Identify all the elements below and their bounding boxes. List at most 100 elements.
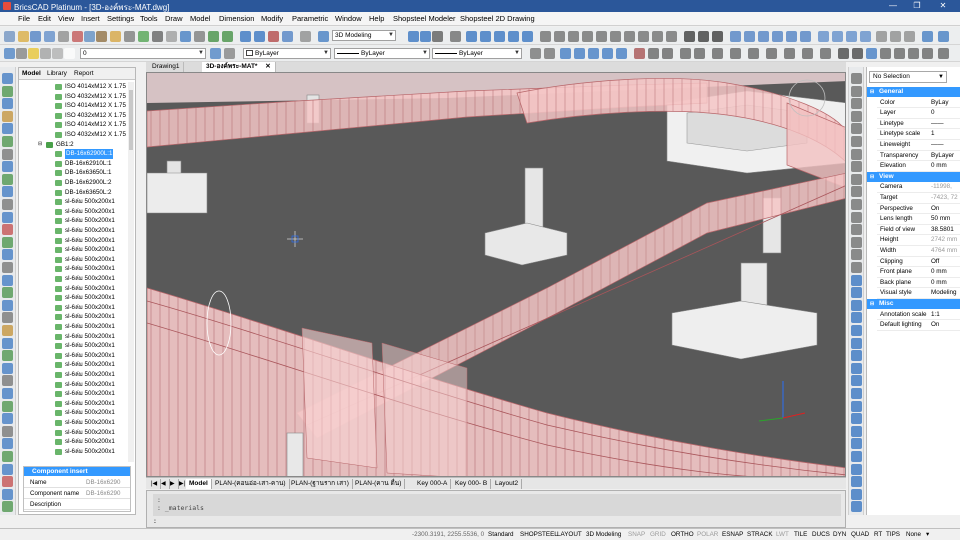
dim-diameter-icon[interactable]	[712, 48, 723, 59]
arc-icon[interactable]	[894, 48, 905, 59]
close-tab-icon[interactable]: ✕	[265, 63, 270, 70]
layer-color-icon[interactable]	[64, 48, 75, 59]
offset-tool-icon[interactable]	[2, 262, 13, 273]
save-icon[interactable]	[30, 31, 41, 42]
property-row[interactable]: Visual style Modeling	[877, 288, 960, 299]
dim-baseline-icon[interactable]	[748, 48, 759, 59]
status-toggle-shopsteel[interactable]: SHOPSTEEL	[520, 531, 558, 538]
status-toggle-grid[interactable]: GRID	[650, 531, 666, 538]
hatch-tool-icon[interactable]	[2, 173, 13, 185]
view-front-icon[interactable]	[554, 31, 565, 42]
menu-edit[interactable]: Edit	[38, 14, 51, 23]
bim-export-icon[interactable]	[851, 463, 862, 475]
collapse-icon[interactable]: ⊟	[870, 87, 874, 97]
bim-tag-icon[interactable]	[851, 451, 862, 462]
dim-ordinate-icon[interactable]	[730, 48, 741, 59]
iso-sw-icon[interactable]	[624, 31, 635, 42]
tree-node[interactable]: sl-6ล่ม 500x200x1	[19, 428, 131, 438]
align-icon[interactable]	[938, 48, 949, 59]
sweep-icon[interactable]	[846, 31, 857, 42]
grip-icon[interactable]	[851, 199, 862, 210]
bim-wall-icon[interactable]	[851, 350, 862, 362]
mirror-tool-icon[interactable]	[2, 249, 13, 261]
block-tool-icon[interactable]	[2, 413, 13, 425]
workspace-dropdown[interactable]: 3D Modeling ▼	[332, 30, 396, 41]
bim-column-icon[interactable]	[851, 388, 862, 399]
menu-help[interactable]: Help	[369, 14, 384, 23]
intersect-icon[interactable]	[904, 31, 915, 42]
move-tool-icon[interactable]	[2, 199, 13, 210]
wireframe-icon[interactable]	[684, 31, 695, 42]
erase-tool-icon[interactable]	[2, 388, 13, 399]
array-tool-icon[interactable]	[2, 274, 13, 286]
collapse-icon[interactable]: ⊟	[870, 172, 874, 182]
tree-node[interactable]: DB-16x62900L:2	[19, 178, 131, 188]
bricscad-app-icon[interactable]	[3, 2, 11, 10]
menu-dimension[interactable]: Dimension	[219, 14, 254, 23]
extrude-icon[interactable]	[818, 31, 829, 42]
lock-icon[interactable]	[52, 48, 63, 59]
property-row[interactable]: Transparency ByLayer	[877, 151, 960, 162]
property-row[interactable]: Color ByLay	[877, 98, 960, 109]
open-folder-icon[interactable]	[18, 31, 29, 42]
match-properties-icon[interactable]	[110, 31, 121, 42]
layout-tab[interactable]: Model	[186, 479, 212, 489]
ucs-origin-icon[interactable]	[588, 48, 599, 59]
orbit-icon[interactable]	[420, 31, 431, 42]
bim-window-icon[interactable]	[851, 400, 862, 412]
property-category-general[interactable]: ⊟ General	[867, 87, 960, 97]
text-style-icon[interactable]	[530, 48, 541, 59]
revolve-icon[interactable]	[832, 31, 843, 42]
bim-door-icon[interactable]	[851, 413, 862, 425]
point-tool-icon[interactable]	[2, 400, 13, 412]
line-tool-icon[interactable]	[2, 73, 13, 84]
copy-icon[interactable]	[84, 31, 95, 42]
property-row[interactable]: Clipping Off	[877, 257, 960, 268]
shopsteel-icon[interactable]	[866, 48, 877, 59]
tree-node[interactable]: sl-6ล่ม 500x200x1	[19, 447, 131, 457]
property-row[interactable]: Height 2742 mm	[877, 235, 960, 246]
menu-insert[interactable]: Insert	[81, 14, 100, 23]
tree-node[interactable]: DB-16x62910L:1	[19, 159, 131, 169]
polyline-icon[interactable]	[254, 31, 265, 42]
light-icon[interactable]	[851, 123, 862, 135]
tree-node[interactable]: ISO 4014xM12 X 1.75	[19, 82, 131, 92]
tree-node[interactable]: sl-6ล่ม 500x200x1	[19, 370, 131, 380]
status-toggle-none[interactable]: None	[906, 531, 921, 538]
divide-tool-icon[interactable]	[2, 476, 13, 488]
bulb-on-icon[interactable]	[28, 48, 39, 59]
tree-node[interactable]: sl-6ล่ม 500x200x1	[19, 351, 131, 361]
property-row[interactable]: Camera -11998,	[877, 182, 960, 193]
property-row[interactable]: Front plane 0 mm	[877, 267, 960, 278]
tree-node[interactable]: ISO 4032xM12 X 1.75	[19, 92, 131, 102]
tree-scrollbar[interactable]	[128, 82, 134, 462]
tree-node[interactable]: sl-6ล่ม 500x200x1	[19, 341, 131, 351]
tree-node[interactable]: sl-6ล่ม 500x200x1	[19, 380, 131, 390]
tab-active-drawing[interactable]: 3D-องค์พระ-MAT* ✕	[202, 62, 276, 72]
chamfer-tool-icon[interactable]	[2, 325, 13, 336]
slice-icon[interactable]	[922, 31, 933, 42]
lengthen-tool-icon[interactable]	[2, 488, 13, 500]
tree-node[interactable]: sl-6ล่ม 500x200x1	[19, 293, 131, 303]
insert-tool-icon[interactable]	[2, 425, 13, 437]
tree-node[interactable]: DB-16x62900L:1	[19, 149, 131, 159]
boundary-tool-icon[interactable]	[2, 451, 13, 462]
dim-continue-icon[interactable]	[766, 48, 777, 59]
properties-right-icon[interactable]	[851, 85, 862, 97]
layer-state-icon[interactable]	[224, 48, 235, 59]
status-toggle-ducs[interactable]: DUCS	[812, 531, 830, 538]
union-icon[interactable]	[876, 31, 887, 42]
selection-dropdown[interactable]: No Selection ▼	[869, 71, 947, 83]
dim-aligned-icon[interactable]	[662, 48, 673, 59]
status-toggle-strack[interactable]: STRACK	[747, 531, 773, 538]
layers-icon[interactable]	[180, 31, 191, 42]
tree-node[interactable]: sl-6ล่ม 500x200x1	[19, 197, 131, 207]
polyline-tool-icon[interactable]	[2, 85, 13, 97]
tree-node[interactable]: sl-6ล่ม 500x200x1	[19, 216, 131, 226]
property-row[interactable]: Lineweight ——	[877, 140, 960, 151]
sun-icon[interactable]	[40, 48, 51, 59]
dim-linear-icon[interactable]	[648, 48, 659, 59]
dim-angular-icon[interactable]	[680, 48, 691, 59]
cube-icon[interactable]	[851, 211, 862, 223]
sphere-icon[interactable]	[758, 31, 769, 42]
